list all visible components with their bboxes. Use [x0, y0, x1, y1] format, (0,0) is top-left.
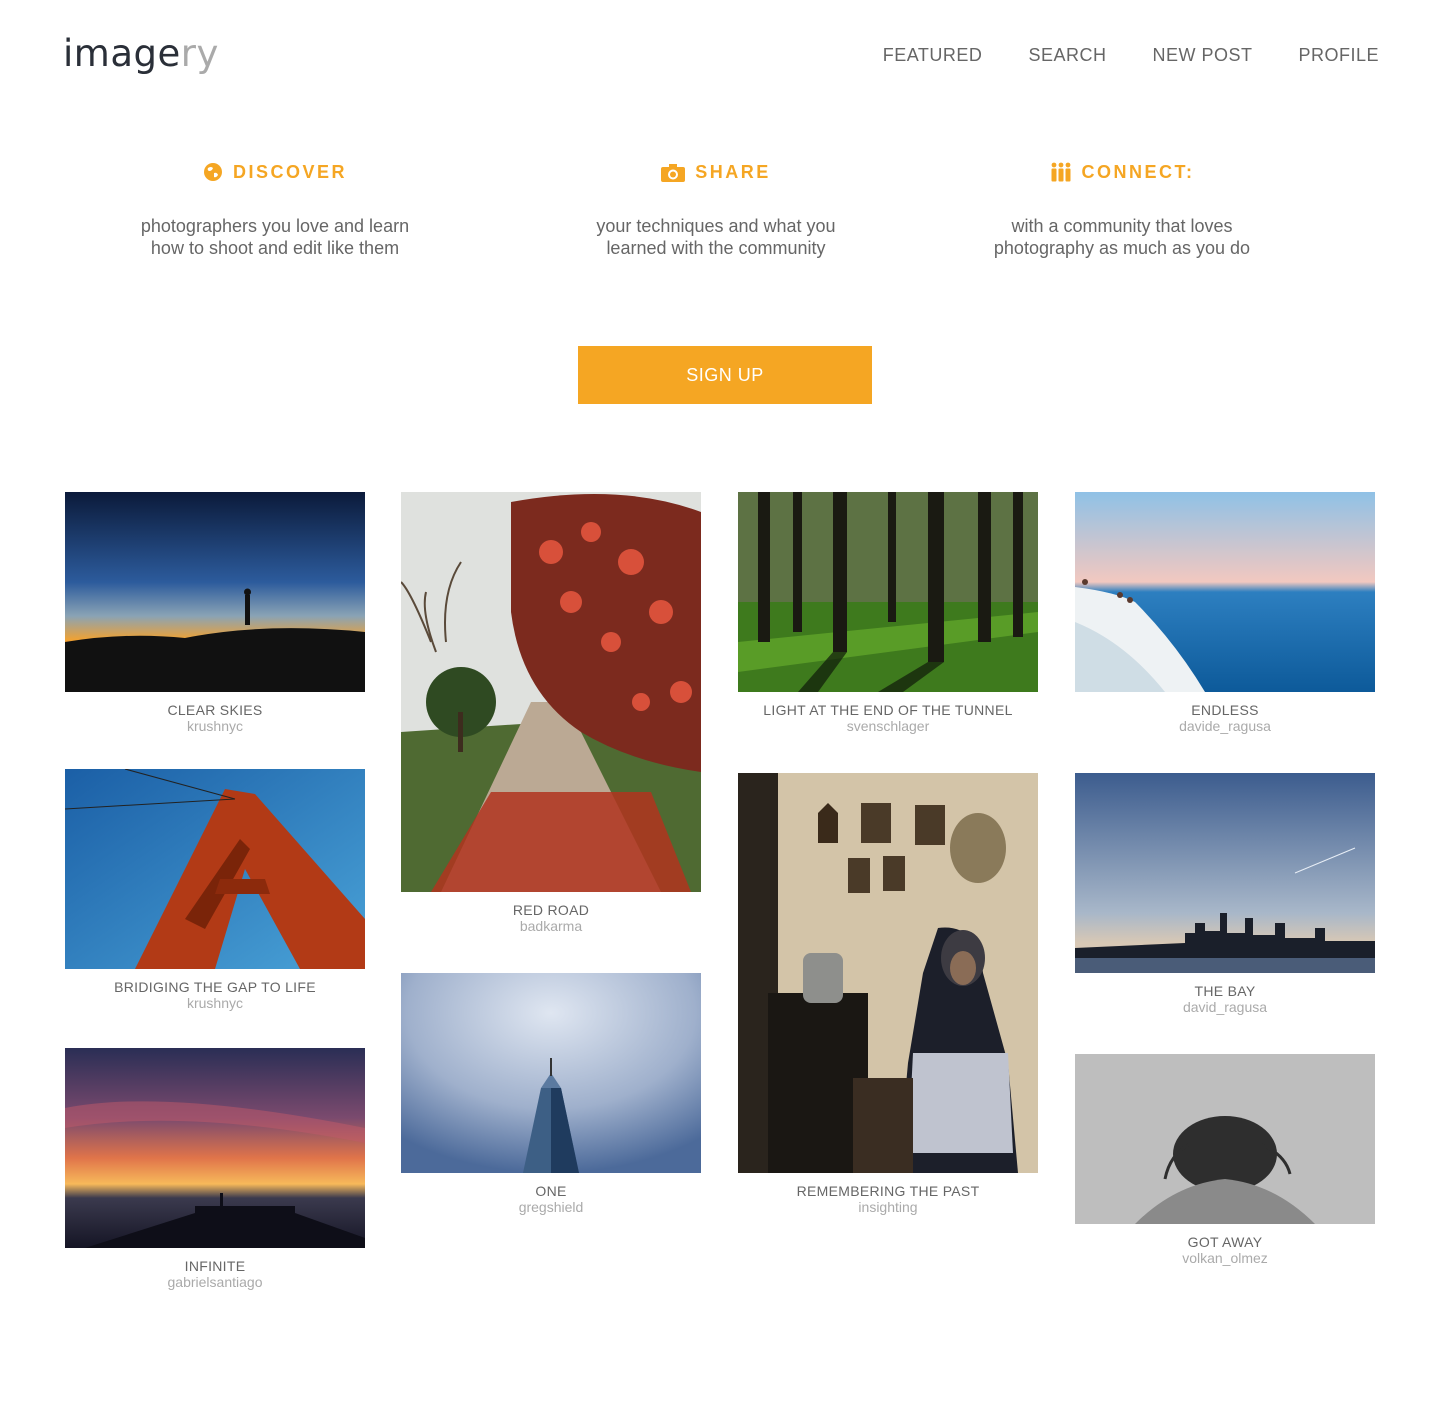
photo-title: BRIDIGING THE GAP TO LIFE	[114, 979, 316, 995]
feature-discover-title: DISCOVER	[232, 161, 348, 182]
photo-remembering-the-past[interactable]	[738, 773, 1038, 1173]
photo-author[interactable]: insighting	[738, 1199, 1038, 1216]
gallery-card[interactable]: BRIDIGING THE GAP TO LIFE krushnyc	[65, 769, 365, 1012]
gallery-card[interactable]: GOT AWAY volkan_olmez	[1075, 1054, 1375, 1267]
photo-title: ENDLESS	[1191, 702, 1259, 718]
gallery-card[interactable]: LIGHT AT THE END OF THE TUNNEL svenschla…	[738, 492, 1038, 735]
photo-title: REMEMBERING THE PAST	[796, 1183, 980, 1199]
feature-connect-title: CONNECT:	[1081, 161, 1195, 182]
logo-main: image	[63, 32, 181, 75]
feature-share-title: SHARE	[695, 161, 771, 182]
sign-up-button[interactable]: SIGN UP	[578, 346, 872, 404]
photo-endless[interactable]	[1075, 492, 1375, 692]
feature-share: SHARE your techniques and what you learn…	[556, 160, 876, 259]
photo-title: ONE	[535, 1183, 567, 1199]
photo-clear-skies[interactable]	[65, 492, 365, 692]
feature-discover-text: photographers you love and learn how to …	[140, 216, 410, 258]
gallery-card[interactable]: ENDLESS davide_ragusa	[1075, 492, 1375, 735]
gallery-card[interactable]: REMEMBERING THE PAST insighting	[738, 773, 1038, 1216]
photo-title: CLEAR SKIES	[167, 702, 263, 718]
logo[interactable]: imagery	[63, 32, 219, 75]
photo-title: INFINITE	[184, 1258, 246, 1274]
photo-author[interactable]: badkarma	[401, 918, 701, 935]
photo-one[interactable]	[401, 973, 701, 1173]
photo-author[interactable]: krushnyc	[65, 995, 365, 1012]
feature-discover-heading: DISCOVER	[115, 160, 435, 184]
photo-author[interactable]: volkan_olmez	[1075, 1250, 1375, 1267]
photo-title: THE BAY	[1194, 983, 1256, 999]
main-nav: FEATURED SEARCH NEW POST PROFILE	[883, 45, 1379, 66]
gallery-card[interactable]: INFINITE gabrielsantiago	[65, 1048, 365, 1291]
photo-author[interactable]: gregshield	[401, 1199, 701, 1216]
photo-author[interactable]: gabrielsantiago	[65, 1274, 365, 1291]
photo-red-road[interactable]	[401, 492, 701, 892]
globe-icon	[203, 162, 223, 182]
photo-author[interactable]: david_ragusa	[1075, 999, 1375, 1016]
photo-author[interactable]: krushnyc	[65, 718, 365, 735]
nav-featured[interactable]: FEATURED	[883, 45, 983, 66]
nav-new-post[interactable]: NEW POST	[1152, 45, 1252, 66]
gallery-card[interactable]: RED ROAD badkarma	[401, 492, 701, 935]
feature-connect-heading: CONNECT:	[962, 160, 1282, 184]
camera-icon	[661, 163, 686, 182]
people-icon	[1050, 162, 1072, 182]
photo-the-bay[interactable]	[1075, 773, 1375, 973]
gallery-card[interactable]: ONE gregshield	[401, 973, 701, 1216]
feature-connect: CONNECT: with a community that loves pho…	[962, 160, 1282, 259]
photo-author[interactable]: davide_ragusa	[1075, 718, 1375, 735]
nav-profile[interactable]: PROFILE	[1298, 45, 1379, 66]
feature-discover: DISCOVER photographers you love and lear…	[115, 160, 435, 259]
gallery-card[interactable]: THE BAY david_ragusa	[1075, 773, 1375, 1016]
photo-title: LIGHT AT THE END OF THE TUNNEL	[763, 702, 1013, 718]
photo-infinite[interactable]	[65, 1048, 365, 1248]
photo-title: GOT AWAY	[1187, 1234, 1263, 1250]
photo-got-away[interactable]	[1075, 1054, 1375, 1224]
feature-connect-text: with a community that loves photography …	[993, 216, 1251, 258]
feature-share-heading: SHARE	[556, 160, 876, 184]
logo-tail: ry	[180, 32, 219, 75]
photo-light-tunnel[interactable]	[738, 492, 1038, 692]
photo-author[interactable]: svenschlager	[738, 718, 1038, 735]
photo-bridiging-the-gap[interactable]	[65, 769, 365, 969]
gallery-card[interactable]: CLEAR SKIES krushnyc	[65, 492, 365, 735]
feature-share-text: your techniques and what you learned wit…	[596, 216, 836, 258]
nav-search[interactable]: SEARCH	[1028, 45, 1106, 66]
photo-title: RED ROAD	[512, 902, 590, 918]
